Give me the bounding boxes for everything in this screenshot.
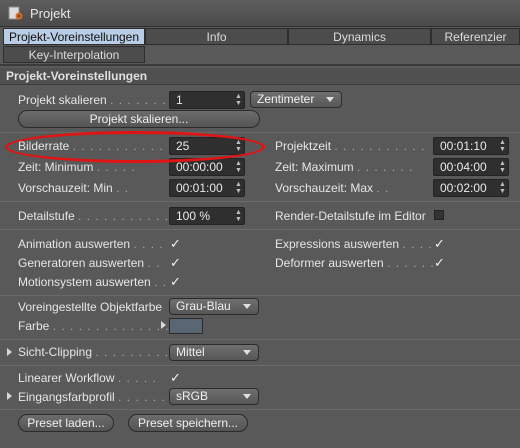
chevron-down-icon xyxy=(243,350,251,355)
expand-arrow-icon[interactable] xyxy=(7,348,12,356)
preview-min-field[interactable]: 00:01:00 ▲ ▼ xyxy=(169,179,245,197)
linear-workflow-label: Linearer Workflow . . . . . xyxy=(18,371,157,385)
deformers-checkbox[interactable]: ✓ xyxy=(434,255,446,271)
generators-checkbox[interactable]: ✓ xyxy=(170,255,182,271)
chevron-down-icon xyxy=(243,304,251,309)
divider xyxy=(0,409,520,410)
section-title: Projekt-Voreinstellungen xyxy=(0,68,520,85)
objcolor-dropdown[interactable]: Grau-Blau xyxy=(169,298,259,315)
preview-max-label: Vorschauzeit: Max . . xyxy=(275,181,390,195)
stepper-arrows-icon[interactable]: ▲ ▼ xyxy=(499,181,506,195)
preset-save-button[interactable]: Preset speichern... xyxy=(128,414,248,432)
preset-load-button[interactable]: Preset laden... xyxy=(18,414,114,432)
objcolor-label: Voreingestellte Objektfarbe xyxy=(18,300,163,314)
tab-divider xyxy=(0,64,520,66)
scale-project-button[interactable]: Projekt skalieren... xyxy=(18,110,260,128)
motion-checkbox[interactable]: ✓ xyxy=(170,274,182,290)
chevron-down-icon xyxy=(326,97,334,102)
time-max-field[interactable]: 00:04:00 ▲ ▼ xyxy=(433,158,509,176)
divider xyxy=(0,229,520,230)
profile-dropdown[interactable]: sRGB xyxy=(169,388,259,405)
projecttime-field[interactable]: 00:01:10 ▲ ▼ xyxy=(433,137,509,155)
stepper-arrows-icon[interactable]: ▲ ▼ xyxy=(235,181,242,195)
chevron-down-icon xyxy=(243,394,251,399)
generators-label: Generatoren auswerten . . xyxy=(18,256,161,270)
profile-label: Eingangsfarbprofil . . . . . . xyxy=(18,390,166,404)
divider xyxy=(0,295,520,296)
animation-checkbox[interactable]: ✓ xyxy=(170,236,182,252)
tab-key-interpolation[interactable]: Key-Interpolation xyxy=(3,46,145,63)
scale-label: Projekt skalieren . . . . . . . . . xyxy=(18,93,168,107)
expressions-label: Expressions auswerten . . . . . . xyxy=(275,237,433,251)
tab-projekt-voreinstellungen[interactable]: Projekt-Voreinstellungen xyxy=(3,28,145,45)
stepper-arrows-icon[interactable]: ▲ ▼ xyxy=(499,160,506,174)
project-gear-icon xyxy=(8,5,24,21)
preview-min-label: Vorschauzeit: Min . . xyxy=(18,181,130,195)
render-detail-label: Render-Detailstufe im Editor xyxy=(275,209,426,223)
render-detail-checkbox[interactable] xyxy=(434,210,444,220)
tab-dynamics[interactable]: Dynamics xyxy=(288,28,431,45)
animation-label: Animation auswerten . . . . xyxy=(18,237,164,251)
expressions-checkbox[interactable]: ✓ xyxy=(434,236,446,252)
stepper-arrows-icon[interactable]: ▲ ▼ xyxy=(499,139,506,153)
detail-label: Detailstufe . . . . . . . . . . . . . xyxy=(18,209,168,223)
tab-info[interactable]: Info xyxy=(145,28,288,45)
preview-max-field[interactable]: 00:02:00 ▲ ▼ xyxy=(433,179,509,197)
projecttime-label: Projektzeit . . . . . . . . . . . . xyxy=(275,139,430,153)
highlight-ellipse xyxy=(5,131,265,163)
deformers-label: Deformer auswerten . . . . . . . xyxy=(275,256,433,270)
tab-referenzierung[interactable]: Referenzier xyxy=(431,28,520,45)
time-max-label: Zeit: Maximum . . . . . . . xyxy=(275,160,414,174)
divider xyxy=(0,201,520,202)
stepper-arrows-icon[interactable]: ▲ ▼ xyxy=(235,209,242,223)
expand-arrow-icon[interactable] xyxy=(161,321,166,329)
color-label: Farbe . . . . . . . . . . . . . . . . . … xyxy=(18,319,168,333)
color-swatch[interactable] xyxy=(169,318,203,334)
scale-unit-dropdown[interactable]: Zentimeter xyxy=(250,91,342,108)
divider xyxy=(0,339,520,340)
clipping-dropdown[interactable]: Mittel xyxy=(169,344,259,361)
motion-label: Motionsystem auswerten . . xyxy=(18,275,168,289)
detail-field[interactable]: 100 % ▲ ▼ xyxy=(169,207,245,225)
expand-arrow-icon[interactable] xyxy=(7,392,12,400)
title-bar: Projekt xyxy=(0,0,520,27)
clipping-label: Sicht-Clipping . . . . . . . . . . . . . xyxy=(18,345,168,359)
stepper-arrows-icon[interactable]: ▲ ▼ xyxy=(235,160,242,174)
stepper-arrows-icon[interactable]: ▲ ▼ xyxy=(235,93,242,107)
scale-value-field[interactable]: 1 ▲ ▼ xyxy=(169,91,245,109)
window-title: Projekt xyxy=(30,5,71,21)
divider xyxy=(0,365,520,366)
linear-workflow-checkbox[interactable]: ✓ xyxy=(170,370,182,386)
